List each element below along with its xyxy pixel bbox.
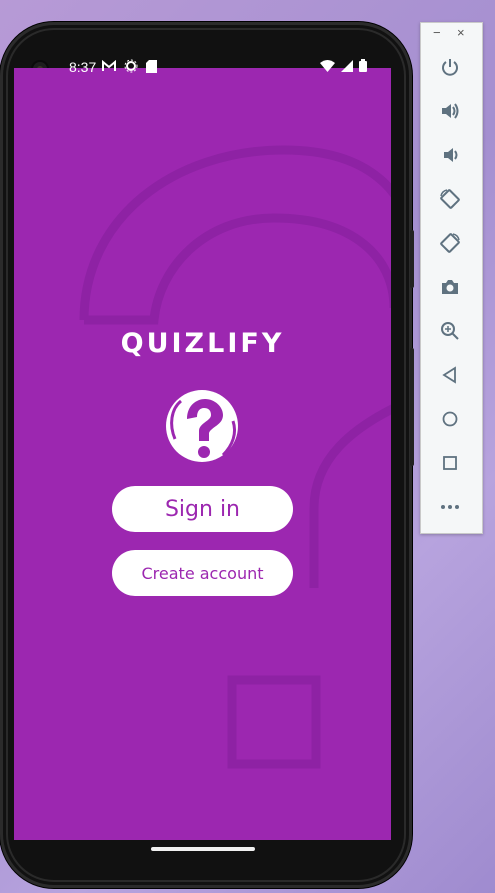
rotate-right-button[interactable] <box>435 228 465 258</box>
settings-gear-icon <box>124 59 138 73</box>
volume-up-icon <box>442 103 459 119</box>
back-button[interactable] <box>435 360 465 390</box>
volume-down-button[interactable] <box>435 140 465 170</box>
volume-up-button[interactable] <box>435 96 465 126</box>
wifi-icon <box>320 59 335 72</box>
status-time: 8:37 <box>69 59 97 75</box>
rotate-left-button[interactable] <box>435 184 465 214</box>
power-button[interactable] <box>435 52 465 82</box>
zoom-button[interactable] <box>435 316 465 346</box>
quiz-logo-icon <box>166 390 238 462</box>
more-icon <box>441 505 459 509</box>
app-logo-text: QUIZLIFY <box>120 328 285 359</box>
zoom-icon <box>441 322 459 340</box>
phone-side-button-volume <box>410 348 414 466</box>
overview-icon <box>443 456 457 470</box>
gmail-icon <box>102 60 116 71</box>
home-icon <box>442 411 458 427</box>
emulator-control-panel: − × <box>420 22 483 534</box>
navigation-bar <box>14 840 391 866</box>
power-icon <box>442 59 458 76</box>
status-bar: 8:37 <box>14 44 391 90</box>
rotate-left-icon <box>440 189 460 209</box>
screenshot-button[interactable] <box>435 272 465 302</box>
create-account-button[interactable]: Create account <box>112 550 293 596</box>
minimize-button[interactable]: − <box>433 25 441 40</box>
battery-icon <box>359 59 367 72</box>
home-button[interactable] <box>435 404 465 434</box>
phone-side-button-power <box>410 230 414 288</box>
close-button[interactable]: × <box>457 25 465 40</box>
sign-in-button[interactable]: Sign in <box>112 486 293 532</box>
cell-signal-icon <box>341 59 353 72</box>
home-gesture-handle[interactable] <box>151 847 255 851</box>
app-screen: QUIZLIFY Sign in Create account <box>14 68 391 840</box>
more-button[interactable] <box>435 492 465 522</box>
sd-card-icon <box>146 59 157 73</box>
overview-button[interactable] <box>435 448 465 478</box>
volume-down-icon <box>444 148 458 162</box>
rotate-right-icon <box>440 233 460 253</box>
back-icon <box>442 366 456 384</box>
camera-icon <box>442 280 458 294</box>
